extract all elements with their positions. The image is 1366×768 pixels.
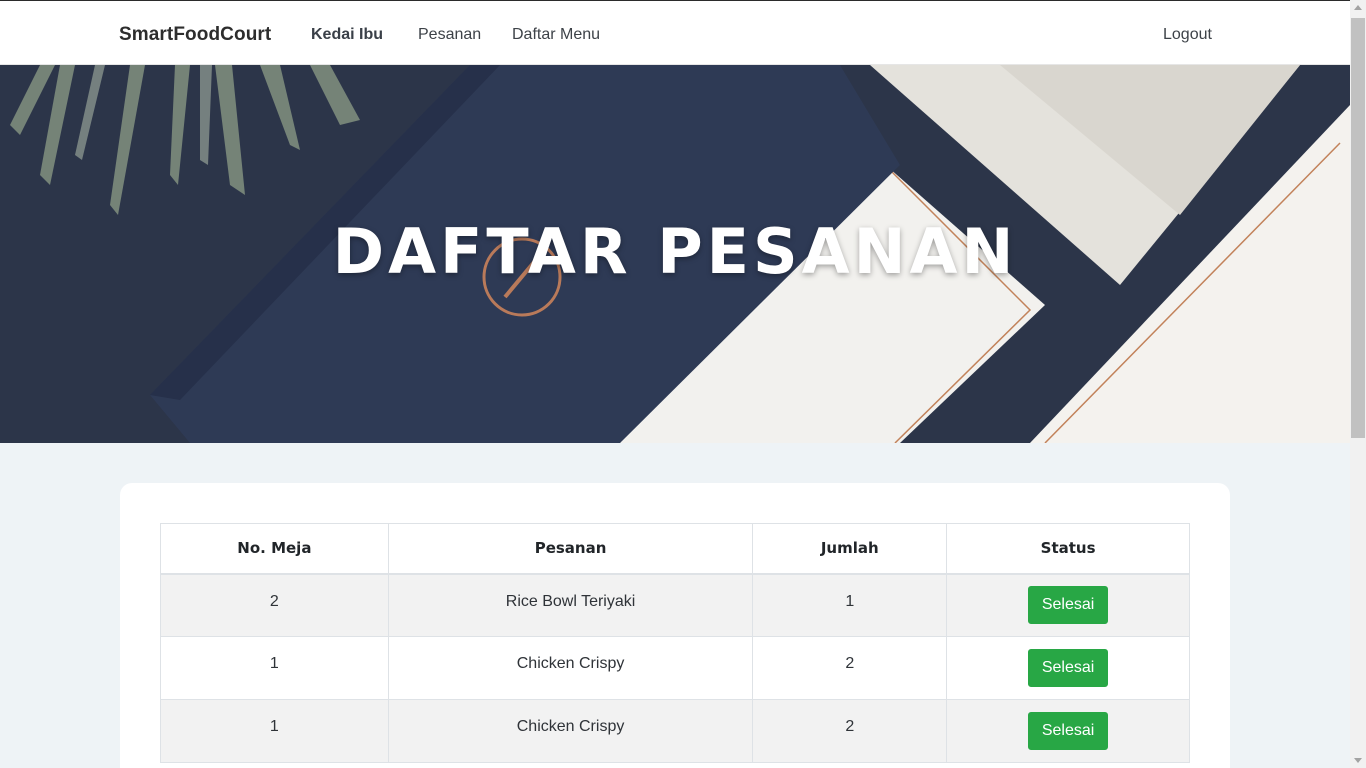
hero-banner: DAFTAR PESANAN [0, 65, 1350, 443]
cell-meja: 1 [160, 636, 389, 700]
cell-status: Selesai [946, 573, 1190, 637]
cell-jumlah: 1 [752, 573, 948, 637]
table-row: 1 Chicken Crispy 2 Selesai [160, 636, 1190, 700]
page-scrollbar[interactable] [1350, 0, 1366, 768]
cell-meja: 1 [160, 699, 389, 763]
selesai-button[interactable]: Selesai [1027, 649, 1109, 687]
header-pesanan: Pesanan [387, 523, 754, 575]
header-no-meja: No. Meja [160, 523, 389, 575]
header-jumlah: Jumlah [752, 523, 948, 575]
selesai-button[interactable]: Selesai [1027, 586, 1109, 625]
table-row: 2 Rice Bowl Teriyaki 1 Selesai [160, 573, 1190, 637]
nav-link-daftar-menu[interactable]: Daftar Menu [512, 26, 600, 44]
cell-meja: 2 [160, 573, 389, 637]
selesai-button[interactable]: Selesai [1027, 712, 1109, 750]
orders-card: No. Meja Pesanan Jumlah Status 2 Rice Bo… [120, 483, 1230, 768]
scroll-down-icon[interactable] [1354, 758, 1362, 763]
cell-pesanan: Chicken Crispy [387, 699, 754, 763]
logout-link[interactable]: Logout [1163, 26, 1212, 44]
cell-jumlah: 2 [752, 699, 948, 763]
nav-link-kedai-ibu[interactable]: Kedai Ibu [311, 26, 383, 44]
orders-table: No. Meja Pesanan Jumlah Status 2 Rice Bo… [160, 523, 1190, 763]
cell-pesanan: Rice Bowl Teriyaki [387, 573, 754, 637]
cell-status: Selesai [946, 636, 1190, 700]
table-header-row: No. Meja Pesanan Jumlah Status [160, 523, 1190, 575]
nav-link-pesanan[interactable]: Pesanan [418, 26, 481, 44]
top-navbar: SmartFoodCourt Kedai Ibu Pesanan Daftar … [0, 0, 1350, 65]
scroll-up-icon[interactable] [1354, 5, 1362, 10]
cell-jumlah: 2 [752, 636, 948, 700]
cell-pesanan: Chicken Crispy [387, 636, 754, 700]
table-row: 1 Chicken Crispy 2 Selesai [160, 699, 1190, 763]
brand-logo[interactable]: SmartFoodCourt [119, 24, 271, 46]
header-status: Status [946, 523, 1190, 575]
cell-status: Selesai [946, 699, 1190, 763]
page-title: DAFTAR PESANAN [332, 215, 1018, 288]
scroll-thumb[interactable] [1351, 18, 1365, 438]
